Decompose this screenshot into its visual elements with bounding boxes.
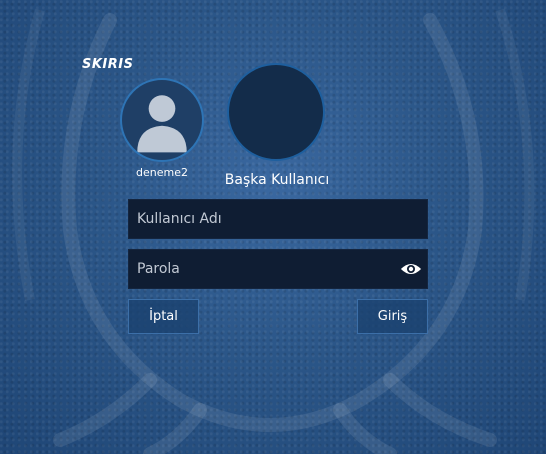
username-field-container [128, 199, 428, 239]
password-field-container [128, 249, 428, 289]
username-input[interactable] [129, 200, 427, 238]
brand-title: SKIRIS [82, 57, 134, 72]
user-name-other[interactable]: Başka Kullanıcı [206, 172, 348, 188]
login-button[interactable]: Giriş [357, 299, 428, 334]
person-silhouette-icon [137, 95, 187, 153]
eye-icon[interactable] [400, 259, 422, 279]
user-avatar-deneme2[interactable] [120, 78, 204, 162]
user-avatar-other[interactable] [227, 63, 325, 161]
cancel-button[interactable]: İptal [128, 299, 199, 334]
password-input[interactable] [129, 250, 427, 288]
user-name-deneme2[interactable]: deneme2 [112, 166, 212, 179]
